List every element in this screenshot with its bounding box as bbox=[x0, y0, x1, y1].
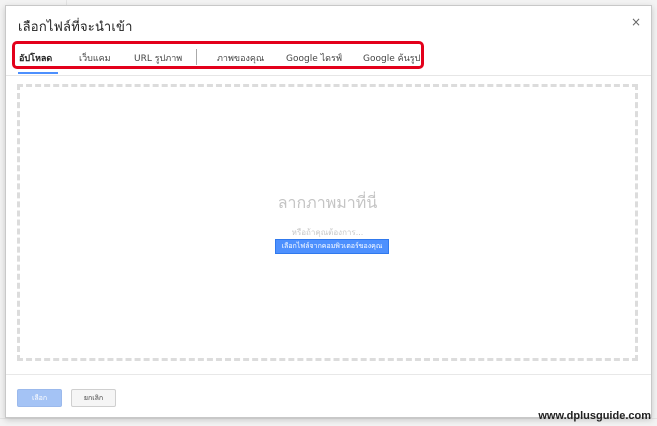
tab-google-image-search[interactable]: Google ค้นรูป bbox=[363, 51, 420, 65]
file-picker-dialog: เลือกไฟล์ที่จะนำเข้า × อัปโหลด เว็บแคม U… bbox=[5, 5, 652, 418]
drop-zone-subtitle: หรือถ้าคุณต้องการ... bbox=[291, 228, 364, 237]
choose-file-button[interactable]: เลือกไฟล์จากคอมพิวเตอร์ของคุณ bbox=[275, 239, 389, 254]
drop-zone[interactable]: ลากภาพมาที่นี่ หรือถ้าคุณต้องการ... เลือ… bbox=[17, 84, 638, 361]
dialog-title: เลือกไฟล์ที่จะนำเข้า bbox=[18, 20, 133, 35]
close-icon[interactable]: × bbox=[629, 15, 643, 29]
tab-webcam[interactable]: เว็บแคม bbox=[79, 51, 111, 65]
tab-google-drive[interactable]: Google ไดรฟ์ bbox=[286, 51, 342, 65]
drop-zone-title: ลากภาพมาที่นี่ bbox=[277, 193, 378, 212]
tab-divider bbox=[6, 75, 651, 76]
select-button[interactable]: เลือก bbox=[17, 389, 62, 407]
site-watermark: www.dplusguide.com bbox=[538, 410, 651, 422]
footer-divider bbox=[6, 374, 651, 375]
tab-upload[interactable]: อัปโหลด bbox=[19, 51, 52, 65]
tab-image-url[interactable]: URL รูปภาพ bbox=[134, 51, 182, 65]
tab-your-images[interactable]: ภาพของคุณ bbox=[217, 51, 264, 65]
active-tab-indicator bbox=[18, 72, 58, 74]
tab-separator bbox=[196, 49, 197, 65]
cancel-button[interactable]: ยกเลิก bbox=[71, 389, 116, 407]
